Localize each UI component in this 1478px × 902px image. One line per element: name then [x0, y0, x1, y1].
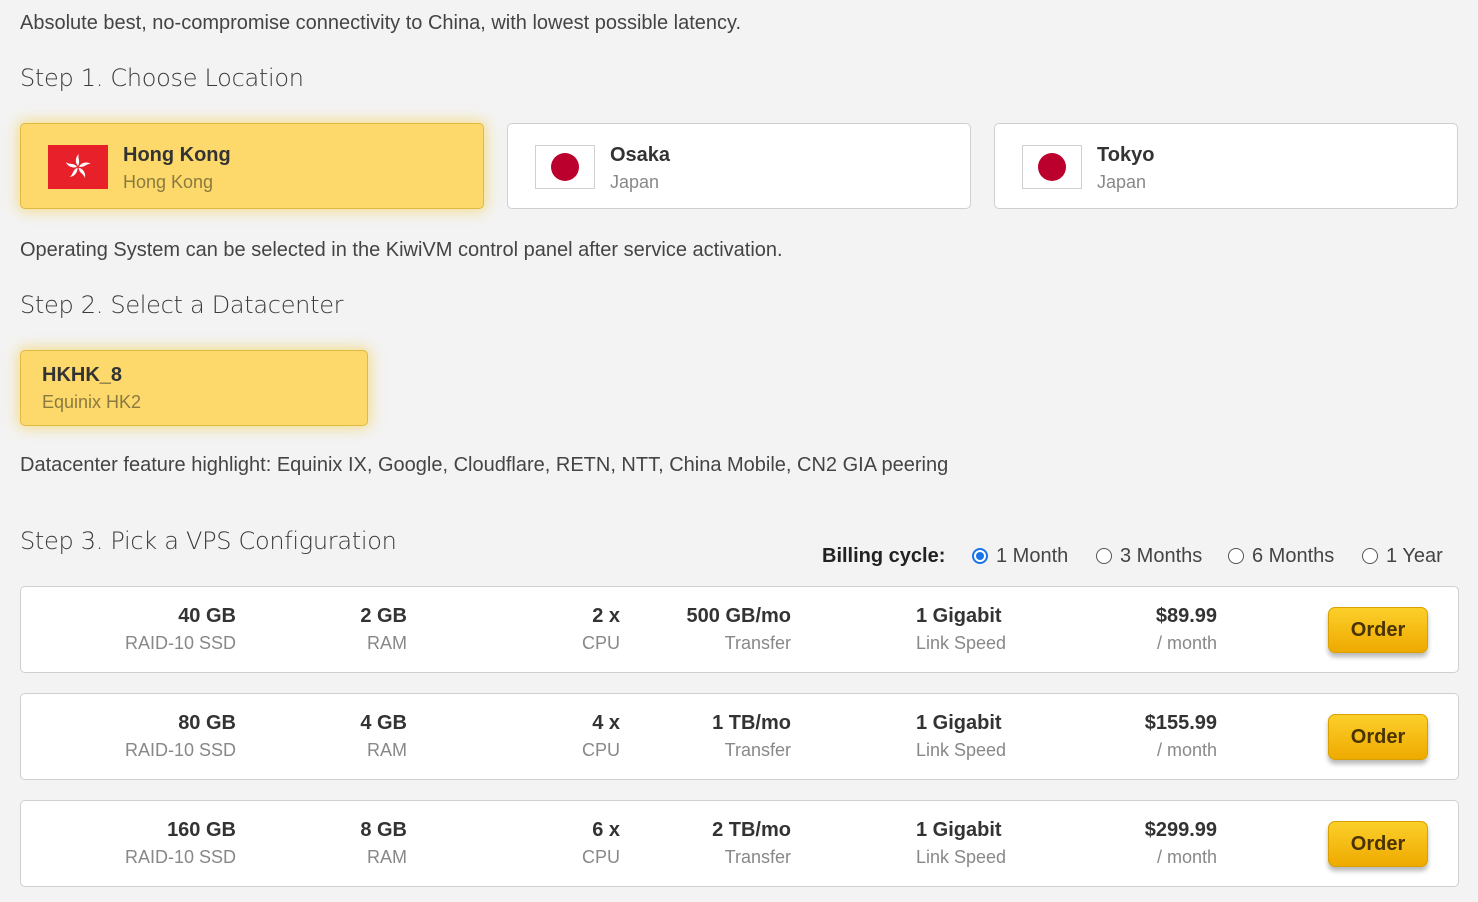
price-period: / month	[1156, 633, 1217, 653]
disk-type: RAID-10 SSD	[124, 633, 236, 653]
location-name: Osaka	[610, 144, 671, 166]
billing-option-label: 3 Months	[1120, 544, 1203, 567]
price-period: / month	[1156, 740, 1217, 760]
ram-spec: 8 GB RAM	[360, 818, 407, 869]
transfer-amount: 2 TB/mo	[712, 819, 791, 841]
location-card-hong-kong[interactable]: Hong Kong Hong Kong	[20, 123, 484, 209]
link-speed: 1 Gigabit	[916, 605, 1002, 627]
transfer-spec: 500 GB/mo Transfer	[687, 604, 791, 655]
plan-row: 160 GB RAID-10 SSD 8 GB RAM 6 x CPU 2 TB…	[20, 800, 1459, 887]
link-speed: 1 Gigabit	[916, 712, 1002, 734]
ram-label: RAM	[367, 740, 407, 760]
billing-option-label: 1 Year	[1386, 544, 1443, 567]
link-speed-spec: 1 Gigabit Link Speed	[916, 604, 1006, 655]
datacenter-card-hkhk8[interactable]: HKHK_8 Equinix HK2	[20, 350, 368, 426]
transfer-label: Transfer	[724, 633, 791, 653]
radio-icon[interactable]	[1096, 548, 1112, 564]
location-card-tokyo[interactable]: Tokyo Japan	[994, 123, 1458, 209]
billing-option-label: 6 Months	[1252, 544, 1335, 567]
link-speed-spec: 1 Gigabit Link Speed	[916, 711, 1006, 762]
cpu-label: CPU	[581, 847, 620, 867]
billing-cycle-label: Billing cycle:	[822, 545, 946, 567]
disk-type: RAID-10 SSD	[124, 740, 236, 760]
order-button[interactable]: Order	[1328, 607, 1428, 653]
link-speed-label: Link Speed	[916, 847, 1007, 867]
os-note: Operating System can be selected in the …	[20, 239, 783, 261]
transfer-spec: 2 TB/mo Transfer	[712, 818, 791, 869]
ram-size: 8 GB	[360, 819, 407, 841]
disk-spec: 160 GB RAID-10 SSD	[125, 818, 236, 869]
step1-heading: Step 1. Choose Location	[20, 64, 304, 92]
order-button[interactable]: Order	[1328, 714, 1428, 760]
billing-option-6-months[interactable]: 6 Months	[1228, 544, 1334, 568]
cpu-spec: 4 x CPU	[582, 711, 620, 762]
location-region: Hong Kong	[123, 172, 214, 192]
link-speed-label: Link Speed	[916, 633, 1007, 653]
cpu-label: CPU	[581, 633, 620, 653]
datacenter-facility: Equinix HK2	[42, 392, 142, 412]
location-name: Tokyo	[1097, 144, 1155, 166]
plan-row: 80 GB RAID-10 SSD 4 GB RAM 4 x CPU 1 TB/…	[20, 693, 1459, 780]
disk-spec: 40 GB RAID-10 SSD	[125, 604, 236, 655]
step2-heading: Step 2. Select a Datacenter	[20, 291, 344, 319]
cpu-spec: 2 x CPU	[582, 604, 620, 655]
location-region: Japan	[610, 172, 660, 192]
link-speed-spec: 1 Gigabit Link Speed	[916, 818, 1006, 869]
billing-option-3-months[interactable]: 3 Months	[1096, 544, 1202, 568]
radio-icon[interactable]	[1362, 548, 1378, 564]
disk-size: 160 GB	[167, 819, 236, 841]
transfer-label: Transfer	[724, 847, 791, 867]
cpu-spec: 6 x CPU	[582, 818, 620, 869]
disk-size: 80 GB	[178, 712, 236, 734]
location-card-osaka[interactable]: Osaka Japan	[507, 123, 971, 209]
location-name: Hong Kong	[123, 144, 231, 166]
price-amount: $89.99	[1155, 605, 1217, 627]
order-button[interactable]: Order	[1328, 821, 1428, 867]
ram-spec: 4 GB RAM	[360, 711, 407, 762]
transfer-amount: 1 TB/mo	[712, 712, 791, 734]
ram-spec: 2 GB RAM	[360, 604, 407, 655]
ram-size: 4 GB	[360, 712, 407, 734]
radio-icon[interactable]	[1228, 548, 1244, 564]
price: $155.99 / month	[1145, 711, 1217, 762]
cpu-label: CPU	[581, 740, 620, 760]
hong-kong-flag-icon	[48, 145, 108, 189]
price: $89.99 / month	[1156, 604, 1217, 655]
price: $299.99 / month	[1145, 818, 1217, 869]
ram-label: RAM	[367, 633, 407, 653]
transfer-label: Transfer	[724, 740, 791, 760]
transfer-spec: 1 TB/mo Transfer	[712, 711, 791, 762]
radio-checked-icon[interactable]	[972, 548, 988, 564]
price-amount: $299.99	[1144, 819, 1217, 841]
japan-flag-icon	[1022, 145, 1082, 189]
ram-label: RAM	[367, 847, 407, 867]
disk-spec: 80 GB RAID-10 SSD	[125, 711, 236, 762]
datacenter-feature-note: Datacenter feature highlight: Equinix IX…	[20, 454, 949, 476]
cpu-count: 6 x	[592, 819, 620, 841]
billing-option-label: 1 Month	[996, 544, 1069, 567]
cpu-count: 4 x	[592, 712, 620, 734]
link-speed-label: Link Speed	[916, 740, 1007, 760]
transfer-amount: 500 GB/mo	[686, 605, 791, 627]
price-period: / month	[1156, 847, 1217, 867]
japan-flag-icon	[535, 145, 595, 189]
datacenter-name: HKHK_8	[42, 364, 123, 386]
plan-row: 40 GB RAID-10 SSD 2 GB RAM 2 x CPU 500 G…	[20, 586, 1459, 673]
intro-text: Absolute best, no-compromise connectivit…	[20, 12, 742, 34]
location-region: Japan	[1097, 172, 1147, 192]
step3-heading: Step 3. Pick a VPS Configuration	[20, 527, 397, 555]
disk-size: 40 GB	[178, 605, 236, 627]
ram-size: 2 GB	[360, 605, 407, 627]
price-amount: $155.99	[1144, 712, 1217, 734]
link-speed: 1 Gigabit	[916, 819, 1002, 841]
disk-type: RAID-10 SSD	[124, 847, 236, 867]
billing-option-1-month[interactable]: 1 Month	[972, 544, 1068, 568]
cpu-count: 2 x	[592, 605, 620, 627]
billing-option-1-year[interactable]: 1 Year	[1362, 544, 1443, 568]
